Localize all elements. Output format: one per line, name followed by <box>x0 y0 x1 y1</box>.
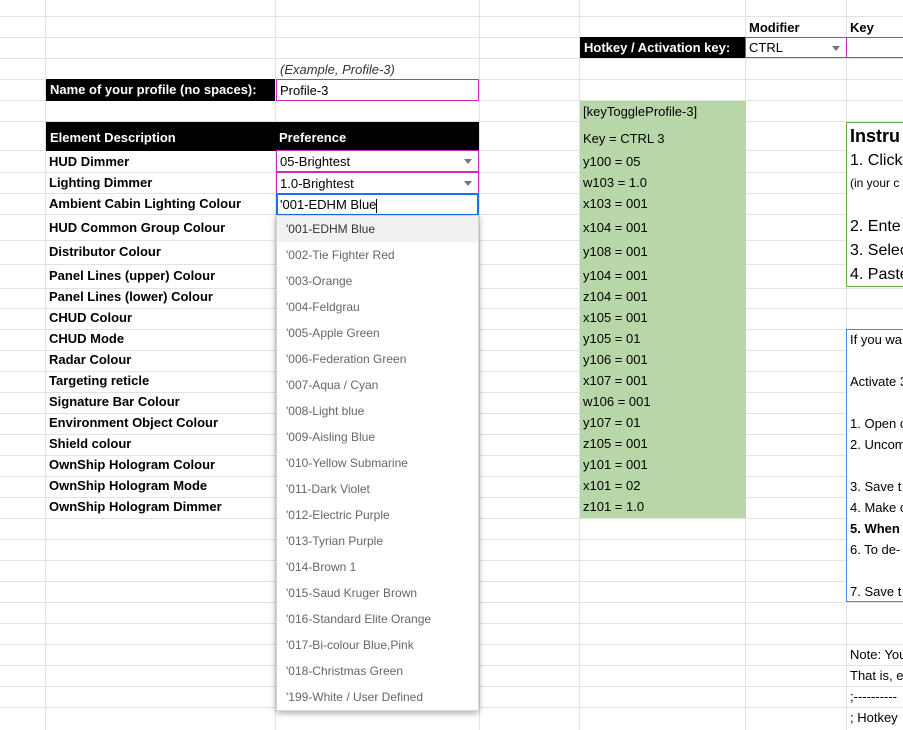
row-label: OwnShip Hologram Colour <box>49 457 216 472</box>
instruction-line: 1. Click <box>850 152 903 169</box>
row-label: CHUD Mode <box>49 331 125 346</box>
col-description-header: Element Description <box>46 122 275 151</box>
instruction-line: 3. Selec <box>850 242 903 259</box>
row-label: Ambient Cabin Lighting Colour <box>49 196 242 211</box>
code-line: z104 = 001 <box>583 289 648 304</box>
hotkey-instruction-line: 1. Open c <box>850 416 903 431</box>
dropdown-option[interactable]: '003-Orange <box>277 268 478 294</box>
row-label: Distributor Colour <box>49 244 161 259</box>
key-select[interactable] <box>846 37 903 58</box>
row-label: OwnShip Hologram Mode <box>49 478 208 493</box>
modifier-select[interactable]: CTRL <box>745 37 847 58</box>
note-line: Note: You <box>850 647 903 662</box>
instruction-line: 2. Ente <box>850 218 901 235</box>
instructions-title: Instru <box>850 126 901 146</box>
code-line: z101 = 1.0 <box>583 499 645 514</box>
chevron-down-icon <box>832 46 840 51</box>
hud-dimmer-select[interactable]: 05-Brightest <box>276 150 479 172</box>
hotkey-instructions-box <box>846 329 903 602</box>
dropdown-option[interactable]: '002-Tie Fighter Red <box>277 242 478 268</box>
dropdown-option[interactable]: '009-Aisling Blue <box>277 424 478 450</box>
instruction-line: (in your c <box>850 176 900 190</box>
code-line: x107 = 001 <box>583 373 648 388</box>
modifier-header: Modifier <box>749 20 800 35</box>
code-line: x105 = 001 <box>583 310 648 325</box>
key-header: Key <box>850 20 874 35</box>
profile-name-input[interactable]: Profile-3 <box>276 79 479 101</box>
ambient-cabin-colour-value: '001-EDHM Blue <box>280 197 377 212</box>
colour-dropdown-menu: '001-EDHM Blue '002-Tie Fighter Red '003… <box>276 215 479 711</box>
lighting-dimmer-select[interactable]: 1.0-Brightest <box>276 172 479 194</box>
lighting-dimmer-value: 1.0-Brightest <box>280 176 354 191</box>
code-line: x103 = 001 <box>583 196 648 211</box>
row-label: HUD Common Group Colour <box>49 220 226 235</box>
hotkey-instruction-line: 6. To de- <box>850 542 901 557</box>
dropdown-option[interactable]: '010-Yellow Submarine <box>277 450 478 476</box>
hotkey-instruction-line: 7. Save t <box>850 584 902 599</box>
hotkey-instruction-line: If you wa <box>850 332 903 347</box>
row-label: HUD Dimmer <box>49 154 130 169</box>
instruction-line: 4. Paste <box>850 266 903 283</box>
hotkey-instruction-line: 2. Uncom <box>850 437 903 452</box>
hotkey-instruction-line: 5. When <box>850 521 900 536</box>
code-line: w103 = 1.0 <box>583 175 647 190</box>
dropdown-option[interactable]: '013-Tyrian Purple <box>277 528 478 554</box>
ambient-cabin-colour-input[interactable]: '001-EDHM Blue <box>276 193 479 216</box>
dropdown-option[interactable]: '018-Christmas Green <box>277 658 478 684</box>
dropdown-option[interactable]: '005-Apple Green <box>277 320 478 346</box>
note-line: ; Hotkey <box>850 710 898 725</box>
dropdown-option[interactable]: '014-Brown 1 <box>277 554 478 580</box>
row-label: Environment Object Colour <box>49 415 219 430</box>
row-label: Panel Lines (lower) Colour <box>49 289 213 304</box>
hotkey-label: Hotkey / Activation key: <box>580 37 746 58</box>
dropdown-option[interactable]: '001-EDHM Blue <box>277 216 478 242</box>
code-key-line: Key = CTRL 3 <box>583 131 665 146</box>
dropdown-option[interactable]: '004-Feldgrau <box>277 294 478 320</box>
dropdown-option[interactable]: '011-Dark Violet <box>277 476 478 502</box>
modifier-select-value: CTRL <box>749 40 783 55</box>
dropdown-option[interactable]: '007-Aqua / Cyan <box>277 372 478 398</box>
profile-name-label: Name of your profile (no spaces): <box>46 79 275 101</box>
row-label: Signature Bar Colour <box>49 394 180 409</box>
code-line: z105 = 001 <box>583 436 648 451</box>
chevron-down-icon <box>464 159 472 164</box>
dropdown-option[interactable]: '008-Light blue <box>277 398 478 424</box>
hud-dimmer-value: 05-Brightest <box>280 154 351 169</box>
code-line: y108 = 001 <box>583 244 648 259</box>
dropdown-option[interactable]: '199-White / User Defined <box>277 684 478 710</box>
row-label: Targeting reticle <box>49 373 150 388</box>
code-line: x104 = 001 <box>583 220 648 235</box>
code-toggle-header: [keyToggleProfile-3] <box>583 104 698 119</box>
dropdown-option[interactable]: '006-Federation Green <box>277 346 478 372</box>
dropdown-option[interactable]: '017-Bi-colour Blue,Pink <box>277 632 478 658</box>
code-line: x101 = 02 <box>583 478 641 493</box>
row-label: CHUD Colour <box>49 310 133 325</box>
row-label: Radar Colour <box>49 352 132 367</box>
code-line: y100 = 05 <box>583 154 641 169</box>
profile-example: (Example, Profile-3) <box>280 62 395 77</box>
col-preference-header: Preference <box>275 122 479 151</box>
note-line: That is, e <box>850 668 903 683</box>
row-label: OwnShip Hologram Dimmer <box>49 499 222 514</box>
hotkey-instruction-line: 4. Make c <box>850 500 903 515</box>
code-line: y106 = 001 <box>583 352 648 367</box>
row-label: Shield colour <box>49 436 132 451</box>
code-line: y105 = 01 <box>583 331 641 346</box>
dropdown-option[interactable]: '016-Standard Elite Orange <box>277 606 478 632</box>
row-label: Panel Lines (upper) Colour <box>49 268 216 283</box>
dropdown-option[interactable]: '012-Electric Purple <box>277 502 478 528</box>
note-line: ;---------- <box>850 689 897 704</box>
code-line: w106 = 001 <box>583 394 651 409</box>
dropdown-option[interactable]: '015-Saud Kruger Brown <box>277 580 478 606</box>
chevron-down-icon <box>464 181 472 186</box>
row-label: Lighting Dimmer <box>49 175 153 190</box>
code-line: y107 = 01 <box>583 415 641 430</box>
hotkey-instruction-line: Activate 3 <box>850 374 903 389</box>
code-line: y104 = 001 <box>583 268 648 283</box>
hotkey-instruction-line: 3. Save t <box>850 479 902 494</box>
code-line: y101 = 001 <box>583 457 648 472</box>
